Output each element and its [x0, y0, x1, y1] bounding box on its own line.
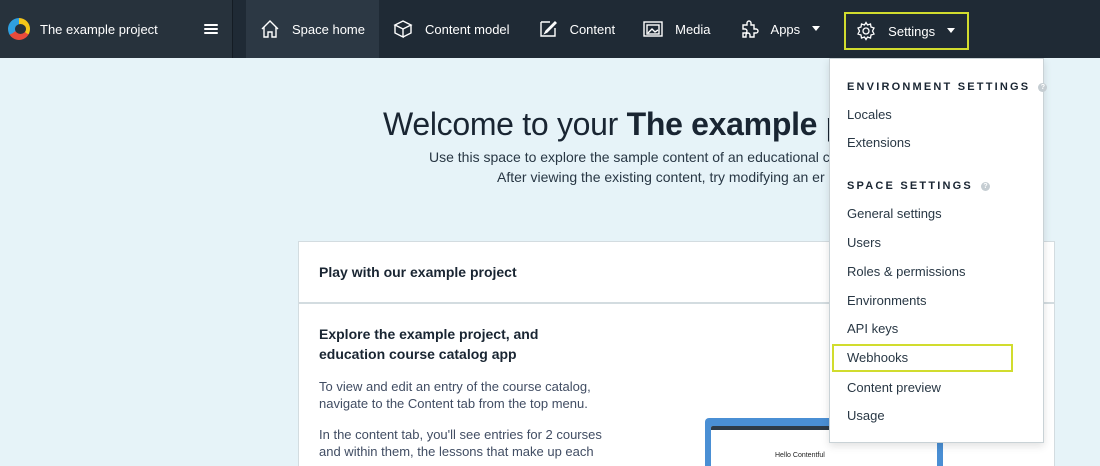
- menu-item-environments[interactable]: Environments: [847, 293, 926, 308]
- menu-icon[interactable]: [204, 24, 218, 34]
- contentful-logo-icon: [8, 18, 30, 40]
- content-model-icon: [393, 20, 413, 39]
- content-icon: [539, 21, 557, 37]
- settings-dropdown: ENVIRONMENT SETTINGS ? Locales Extension…: [829, 58, 1048, 443]
- nav-content-label: Content: [569, 21, 616, 37]
- menu-item-roles-permissions[interactable]: Roles & permissions: [847, 264, 966, 279]
- space-settings-label: SPACE SETTINGS: [847, 180, 973, 192]
- nav-content-model[interactable]: Content model: [379, 0, 524, 58]
- nav-space-home[interactable]: Space home: [246, 0, 379, 58]
- menu-item-locales[interactable]: Locales: [847, 107, 892, 122]
- menu-item-content-preview[interactable]: Content preview: [847, 380, 941, 395]
- app-preview-caption: Hello Contentful: [775, 452, 825, 459]
- environment-settings-label: ENVIRONMENT SETTINGS: [847, 81, 1031, 93]
- menu-item-extensions[interactable]: Extensions: [847, 135, 911, 150]
- welcome-subtitle-line2: After viewing the existing content, try …: [497, 169, 825, 185]
- menu-item-general-settings[interactable]: General settings: [847, 206, 942, 221]
- nav-content[interactable]: Content: [524, 0, 630, 58]
- nav-media-label: Media: [675, 21, 711, 37]
- card-heading: Explore the example project, and educati…: [319, 326, 539, 362]
- nav-settings-label: Settings: [888, 23, 936, 39]
- apps-icon: [741, 20, 759, 38]
- card-paragraph-1: To view and edit an entry of the course …: [319, 379, 591, 411]
- help-icon[interactable]: ?: [1038, 82, 1048, 92]
- nav-media[interactable]: Media: [629, 0, 724, 58]
- menu-item-api-keys[interactable]: API keys: [847, 321, 898, 336]
- menu-item-webhooks[interactable]: Webhooks: [847, 350, 908, 365]
- welcome-subtitle-line1: Use this space to explore the sample con…: [429, 149, 830, 165]
- menu-item-users[interactable]: Users: [847, 235, 881, 250]
- welcome-title: Welcome to your The example pro: [383, 106, 877, 143]
- card-paragraph-2: In the content tab, you'll see entries f…: [319, 427, 602, 466]
- menu-item-usage[interactable]: Usage: [847, 408, 885, 423]
- media-icon: [643, 21, 663, 37]
- space-settings-heading: SPACE SETTINGS ?: [847, 180, 990, 192]
- welcome-title-prefix: Welcome to your: [383, 106, 627, 142]
- environment-settings-heading: ENVIRONMENT SETTINGS ?: [847, 81, 1048, 93]
- project-name: The example project: [40, 21, 158, 37]
- top-navigation-bar: The example project Space home Content m…: [0, 0, 1100, 58]
- home-icon: [261, 20, 279, 38]
- nav-space-home-label: Space home: [292, 21, 365, 37]
- chevron-down-icon: [947, 27, 956, 33]
- nav-apps-label: Apps: [770, 21, 801, 37]
- gear-icon: [857, 21, 876, 41]
- main-nav: Space home Content model Content Media A…: [246, 0, 970, 58]
- nav-apps[interactable]: Apps: [725, 0, 835, 58]
- nav-content-model-label: Content model: [425, 21, 510, 37]
- help-icon[interactable]: ?: [980, 181, 990, 191]
- nav-settings[interactable]: Settings: [844, 12, 970, 50]
- project-switcher[interactable]: The example project: [0, 0, 233, 58]
- chevron-down-icon: [812, 25, 821, 31]
